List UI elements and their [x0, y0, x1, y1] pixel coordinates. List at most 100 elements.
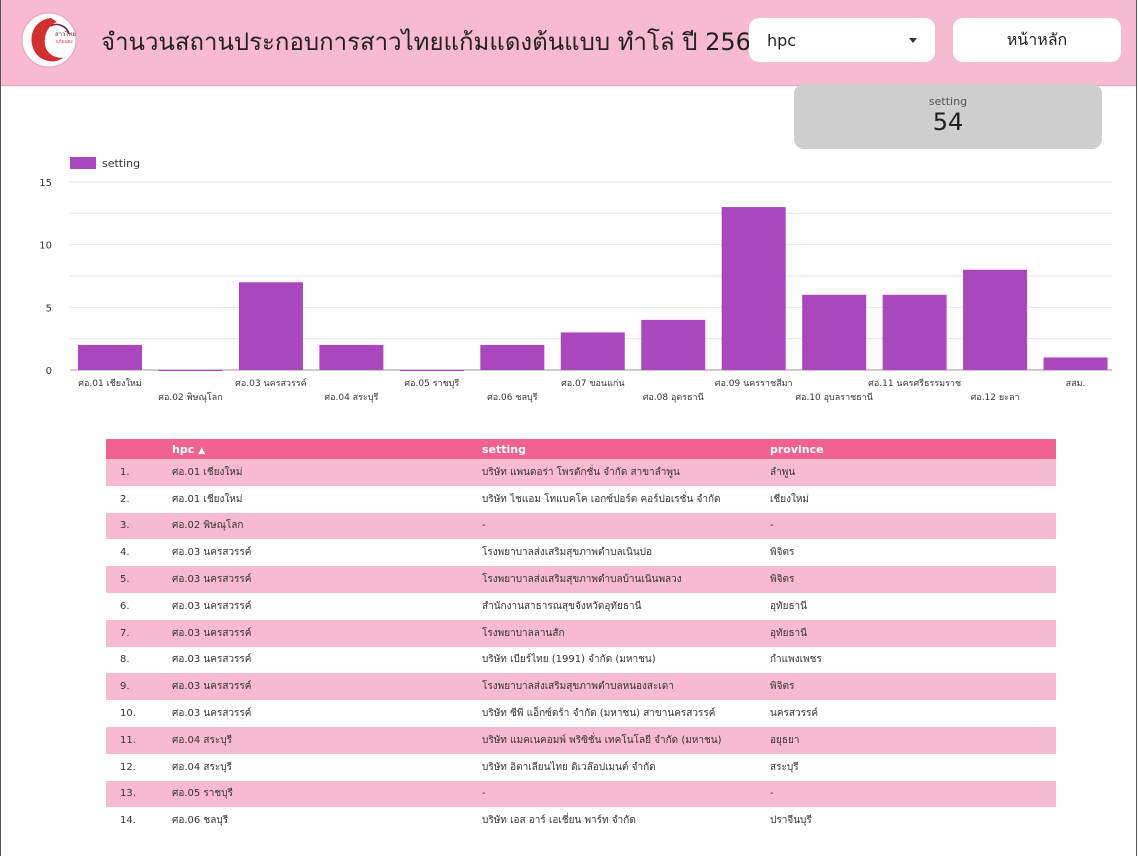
row-hpc: ศอ.04 สระบุรี	[172, 734, 232, 746]
row-index: 1.	[120, 466, 130, 478]
row-province: เชียงใหม่	[770, 493, 810, 505]
row-setting: บริษัท เบียร์ไทย (1991) จำกัด (มหาชน)	[482, 654, 656, 666]
bar	[238, 282, 303, 370]
row-province: พิจิตร	[770, 547, 795, 559]
bar	[1043, 357, 1108, 370]
y-tick-label: 0	[46, 366, 52, 377]
x-tick-label: ศอ.02 พิษณุโลก	[158, 392, 222, 403]
row-setting: บริษัท เอส อาร์ เอเชี่ยน พาร์ท จำกัด	[482, 815, 636, 827]
dropdown-value: hpc	[767, 30, 797, 50]
row-setting: บริษัท อิตาเลียนไทย ดิเวล๊อปเมนต์ จำกัด	[482, 761, 656, 773]
hpc-dropdown[interactable]: hpc	[749, 18, 935, 62]
row-index: 3.	[120, 520, 130, 532]
bar	[78, 344, 142, 370]
row-province: พิจิตร	[770, 574, 795, 586]
x-tick-label: ศอ.12 ยะลา	[971, 393, 1020, 403]
table-row[interactable]: 11. ศอ.04 สระบุรี บริษัท แมคเนคอมพ์ พริซิช…	[106, 726, 1056, 754]
bar	[560, 332, 625, 370]
bar-chart: 0 5 10 15 setting ศอ.01 เชียงใหม่ศอ.02 พิษณุโ…	[39, 157, 1112, 403]
row-hpc: ศอ.04 สระบุรี	[172, 761, 232, 773]
row-setting: บริษัท ซีพี แอ็กซ์ตร้า จำกัด (มหาชน) สาข…	[482, 708, 716, 720]
sort-asc-icon[interactable]: ▲	[198, 446, 205, 456]
row-index: 6.	[120, 600, 130, 612]
header-index	[106, 439, 172, 459]
settings-table: hpc ▲ setting province 1. ศอ.01 เชียงใหม่บ…	[106, 439, 1056, 835]
x-tick-label: ศอ.11 นครศรีธรรมราช	[868, 378, 961, 389]
table-row[interactable]: 14. ศอ.06 ชลบุรี บริษัท เอส อาร์ เอเชี่ยน …	[106, 807, 1056, 835]
row-province: สระบุรี	[770, 761, 799, 773]
row-index: 11.	[120, 734, 136, 746]
row-hpc: ศอ.03 นครสวรรค์	[172, 574, 252, 586]
table-row[interactable]: 7. ศอ.03 นครสวรรค์ โรงพยาบาลลานสัก อุทัยธาน…	[106, 619, 1056, 647]
row-hpc: ศอ.01 เชียงใหม่	[172, 466, 243, 478]
table-row[interactable]: 8. ศอ.03 นครสวรรค์ บริษัท เบียร์ไทย (1991)…	[106, 646, 1056, 674]
table-row[interactable]: 9. ศอ.03 นครสวรรค์ โรงพยาบาลส่งเสริมสุขภาพ…	[106, 673, 1056, 701]
row-hpc: ศอ.06 ชลบุรี	[172, 815, 229, 827]
bar	[882, 294, 947, 370]
row-setting: โรงพยาบาลส่งเสริมสุขภาพตำบลบ้านเนินพลวง	[482, 574, 682, 586]
x-tick-label: ศอ.09 นครราชสีมา	[715, 378, 793, 389]
row-hpc: ศอ.03 นครสวรรค์	[172, 600, 252, 612]
table-header-row: hpc ▲ setting province	[106, 439, 1056, 459]
row-index: 5.	[120, 574, 130, 586]
home-button[interactable]: หน้าหลัก	[953, 18, 1121, 62]
row-index: 8.	[120, 654, 130, 666]
page-title: จำนวนสถานประกอบการสาวไทยแก้มแดงต้นแบบ ทำ…	[101, 28, 767, 56]
setting-scorecard: setting 54	[794, 84, 1102, 149]
table-row[interactable]: 10. ศอ.03 นครสวรรค์ บริษัท ซีพี แอ็กซ์ตร้า…	[106, 700, 1056, 727]
row-index: 2.	[120, 493, 130, 505]
row-setting: โรงพยาบาลส่งเสริมสุขภาพตำบลหนองสะเดา	[482, 681, 674, 693]
row-setting: -	[482, 788, 486, 800]
table-row[interactable]: 5. ศอ.03 นครสวรรค์ โรงพยาบาลส่งเสริมสุขภาพ…	[106, 566, 1056, 593]
bar	[802, 294, 867, 370]
x-tick-label: ศอ.04 สระบุรี	[324, 392, 378, 403]
row-setting: โรงพยาบาลส่งเสริมสุขภาพตำบลเนินปอ	[482, 547, 653, 559]
bar	[158, 370, 223, 371]
table-row[interactable]: 2. ศอ.01 เชียงใหม่ บริษัท ไชแอม โทแบคโค เอ…	[106, 485, 1056, 513]
row-hpc: ศอ.03 นครสวรรค์	[172, 654, 252, 666]
row-hpc: ศอ.01 เชียงใหม่	[172, 493, 243, 505]
row-hpc: ศอ.03 นครสวรรค์	[172, 681, 252, 693]
table-row[interactable]: 1. ศอ.01 เชียงใหม่ บริษัท แพนดอร่า โพรดักช…	[106, 459, 1056, 486]
row-hpc: ศอ.03 นครสวรรค์	[172, 708, 252, 720]
scorecard-value: 54	[932, 108, 964, 136]
header-setting[interactable]: setting	[482, 439, 770, 459]
legend-swatch	[70, 157, 96, 169]
row-province: อยุธยา	[770, 734, 800, 746]
y-tick-label: 5	[46, 303, 52, 314]
row-hpc: ศอ.05 ราชบุรี	[172, 788, 233, 800]
header-hpc[interactable]: hpc ▲	[172, 439, 482, 459]
row-index: 12.	[120, 761, 136, 773]
chevron-down-icon	[909, 37, 917, 43]
row-province: ลำพูน	[770, 466, 796, 478]
row-province: กำแพงเพชร	[770, 654, 822, 666]
table-row[interactable]: 12. ศอ.04 สระบุรี บริษัท อิตาเลียนไทย ดิเว…	[106, 753, 1056, 781]
header-province[interactable]: province	[770, 439, 1056, 459]
table-row[interactable]: 4. ศอ.03 นครสวรรค์ โรงพยาบาลส่งเสริมสุขภาพ…	[106, 539, 1056, 567]
row-setting: บริษัท แพนดอร่า โพรดักชั่น จำกัด สาขาลำพ…	[482, 466, 680, 478]
row-setting: บริษัท แมคเนคอมพ์ พริซิชั่น เทคโนโลยี จำ…	[482, 734, 722, 746]
table-row[interactable]: 3. ศอ.02 พิษณุโลก - -	[106, 512, 1056, 540]
legend-label: setting	[102, 157, 140, 170]
row-province: -	[770, 788, 774, 800]
x-tick-label: ศอ.08 อุดรธานี	[643, 392, 704, 403]
svg-text:สาวไทย: สาวไทย	[55, 30, 76, 38]
row-province: อุทัยธานี	[770, 627, 808, 639]
row-hpc: ศอ.02 พิษณุโลก	[172, 520, 244, 532]
x-tick-label: ศอ.07 ขอนแก่น	[561, 379, 624, 389]
row-index: 13.	[120, 788, 136, 800]
row-hpc: ศอ.03 นครสวรรค์	[172, 627, 252, 639]
row-hpc: ศอ.03 นครสวรรค์	[172, 547, 252, 559]
y-tick-label: 10	[39, 241, 52, 252]
bar	[721, 207, 786, 370]
x-tick-label: ศอ.03 นครสวรรค์	[235, 377, 307, 389]
row-province: ปราจีนบุรี	[770, 815, 812, 827]
table-row[interactable]: 6. ศอ.03 นครสวรรค์ สำนักงานสาธารณสุขจังหวั…	[106, 592, 1056, 620]
x-tick-label: ศอ.06 ชลบุรี	[487, 392, 538, 403]
x-tick-label: ศอ.10 อุบลราชธานี	[795, 392, 873, 403]
table-row[interactable]: 13. ศอ.05 ราชบุรี - -	[106, 780, 1056, 808]
row-province: -	[770, 520, 774, 532]
x-tick-label: ศอ.01 เชียงใหม่	[78, 378, 141, 389]
row-index: 7.	[120, 627, 130, 639]
logo-icon: สาวไทย แก้มแดง	[21, 12, 77, 68]
